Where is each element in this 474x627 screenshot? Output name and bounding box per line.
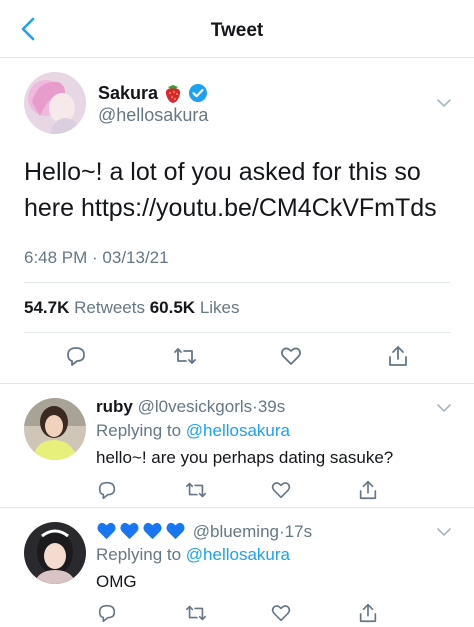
- tweet-text: Hello~! a lot of you asked for this so h…: [24, 154, 454, 226]
- retweet-icon[interactable]: [185, 602, 207, 624]
- replying-to-handle[interactable]: @hellosakura: [186, 545, 290, 564]
- like-heart-icon[interactable]: [279, 344, 303, 368]
- blue-heart-emoji-icon: [143, 522, 162, 540]
- reply-actions: [0, 602, 474, 626]
- retweet-count[interactable]: 54.7K: [24, 298, 69, 317]
- reply-text: hello~! are you perhaps dating sasuke?: [96, 448, 394, 467]
- reply-header: @blueming·17s: [96, 521, 312, 542]
- blue-heart-emoji-icon: [120, 522, 139, 540]
- reply-time: 17s: [284, 522, 313, 541]
- reply-item[interactable]: ruby @l0vesickgorls·39s Replying to @hel…: [0, 383, 474, 507]
- replying-to-label: Replying to: [96, 421, 182, 440]
- tweet-timestamp: 6:48 PM · 03/13/21: [24, 248, 169, 267]
- blue-heart-emoji-icon: [97, 522, 116, 540]
- tweet-actions: [0, 344, 474, 368]
- reply-author-handle[interactable]: @l0vesickgorls: [138, 397, 253, 416]
- reply-time: 39s: [257, 397, 286, 416]
- engagement-stats: 54.7K Retweets 60.5K Likes: [24, 298, 240, 318]
- replying-to-label: Replying to: [96, 545, 182, 564]
- replying-to: Replying to @hellosakura: [96, 421, 290, 441]
- replying-to: Replying to @hellosakura: [96, 545, 290, 565]
- reply-icon[interactable]: [64, 344, 88, 368]
- reply-author-handle[interactable]: @blueming: [193, 522, 279, 541]
- author-name-text[interactable]: Sakura: [98, 83, 158, 104]
- avatar[interactable]: [24, 398, 86, 460]
- page-title: Tweet: [210, 20, 264, 41]
- share-icon[interactable]: [357, 602, 379, 624]
- likes-label[interactable]: Likes: [200, 298, 240, 317]
- reply-author-name[interactable]: ruby: [96, 397, 133, 416]
- share-icon[interactable]: [386, 344, 410, 368]
- retweets-label[interactable]: Retweets: [74, 298, 145, 317]
- reply-icon[interactable]: [96, 602, 118, 624]
- retweet-icon[interactable]: [185, 479, 207, 501]
- verified-badge-icon: [189, 84, 208, 102]
- reply-item[interactable]: @blueming·17s Replying to @hellosakura O…: [0, 507, 474, 627]
- avatar[interactable]: [24, 522, 86, 584]
- author-handle[interactable]: @hellosakura: [98, 105, 208, 126]
- tweet-text-line-2[interactable]: here https://youtu.be/CM4CkVFmTds: [24, 190, 454, 226]
- more-options-chevron-icon[interactable]: [436, 403, 452, 413]
- avatar[interactable]: [24, 72, 86, 134]
- like-heart-icon[interactable]: [270, 602, 292, 624]
- retweet-icon[interactable]: [173, 344, 197, 368]
- divider: [24, 282, 450, 283]
- divider: [24, 332, 450, 333]
- reply-icon[interactable]: [96, 479, 118, 501]
- author-name[interactable]: Sakura: [98, 82, 208, 104]
- tweet-text-line-1: Hello~! a lot of you asked for this so: [24, 158, 421, 186]
- top-bar: Tweet: [0, 0, 474, 58]
- like-heart-icon[interactable]: [270, 479, 292, 501]
- more-options-chevron-icon[interactable]: [436, 527, 452, 537]
- blue-heart-emoji-icon: [166, 522, 185, 540]
- like-count[interactable]: 60.5K: [150, 298, 195, 317]
- strawberry-emoji-icon: [165, 85, 181, 103]
- share-icon[interactable]: [357, 479, 379, 501]
- reply-header: ruby @l0vesickgorls·39s: [96, 397, 285, 417]
- reply-text: OMG: [96, 572, 137, 591]
- reply-actions: [0, 479, 474, 503]
- more-options-chevron-icon[interactable]: [436, 98, 452, 108]
- replying-to-handle[interactable]: @hellosakura: [186, 421, 290, 440]
